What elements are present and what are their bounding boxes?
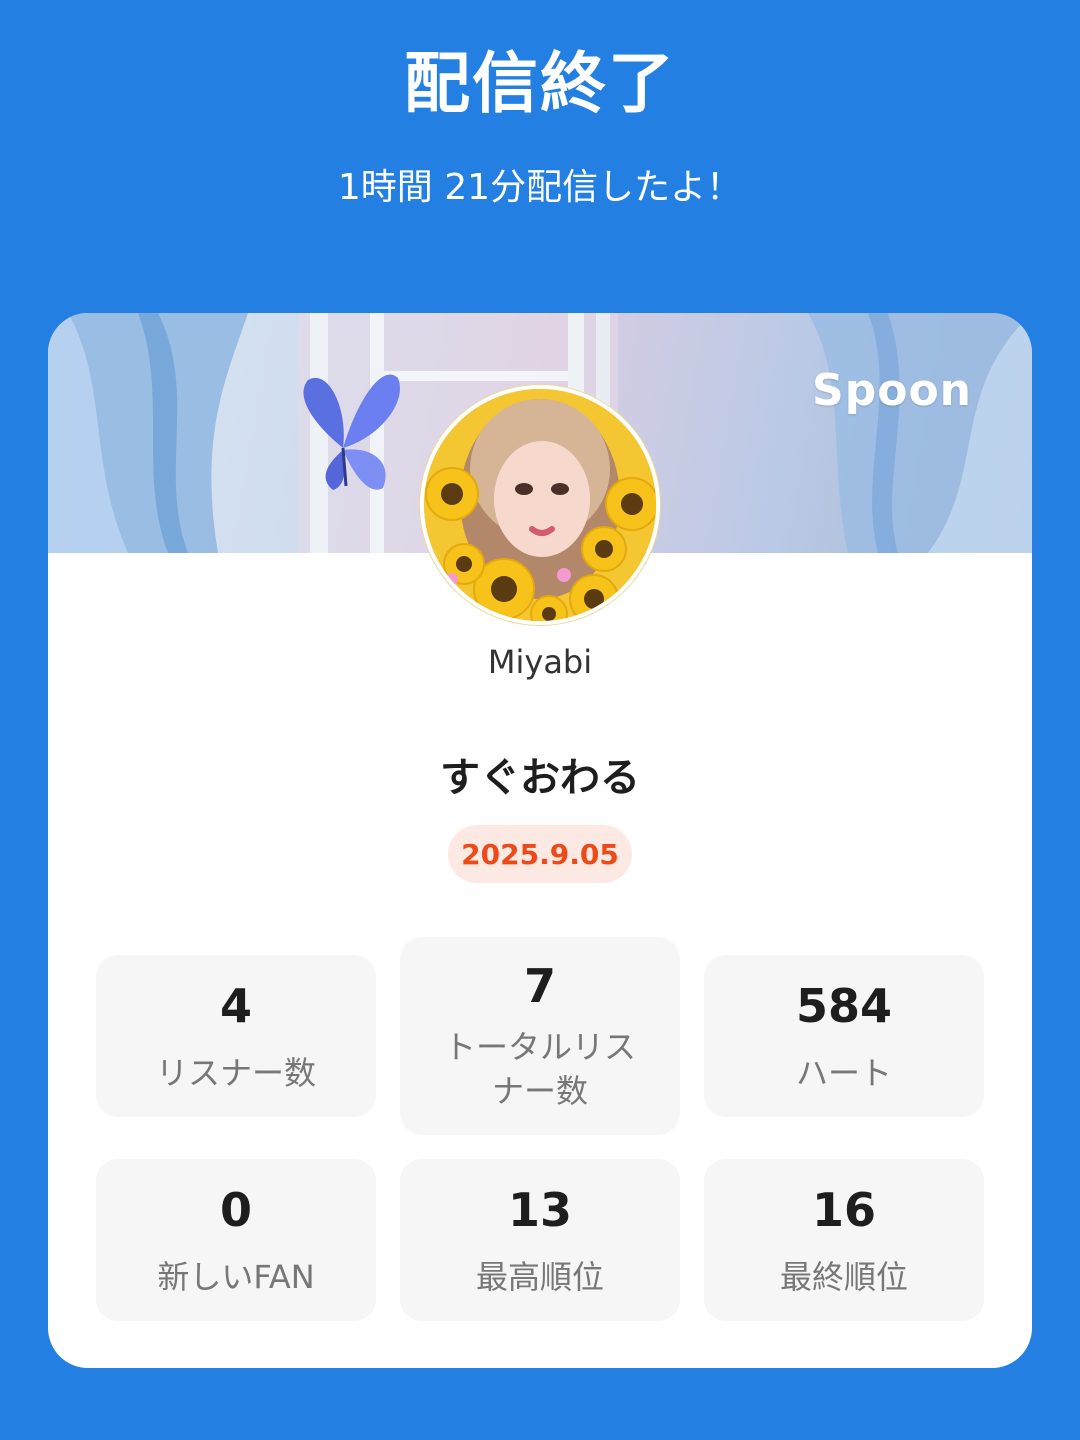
stat-total-listeners: 7 トータルリスナー数: [400, 937, 680, 1135]
page-title: 配信終了: [404, 45, 676, 122]
avatar[interactable]: [420, 385, 660, 625]
stat-label: トータルリスナー数: [443, 1028, 636, 1110]
stat-hearts: 584 ハート: [704, 955, 984, 1117]
broadcast-duration: 1時間 21分配信したよ！: [337, 167, 743, 208]
date-badge: 2025.9.05: [448, 825, 632, 883]
stat-value: 4: [219, 979, 252, 1033]
stat-value: 13: [507, 1183, 572, 1237]
stat-label: ハート: [795, 1054, 892, 1092]
stat-value: 7: [523, 959, 556, 1013]
stream-title: すぐおわる: [440, 755, 640, 801]
stat-label: リスナー数: [155, 1054, 316, 1092]
stat-listeners: 4 リスナー数: [96, 955, 376, 1117]
stat-value: 584: [795, 979, 893, 1033]
username: Miyabi: [487, 643, 593, 681]
spoon-logo: Spoon: [812, 365, 972, 416]
profile-picture: [424, 389, 656, 621]
stat-label: 最終順位: [779, 1258, 908, 1296]
stat-value: 0: [219, 1183, 252, 1237]
stat-new-fans: 0 新しいFAN: [96, 1159, 376, 1321]
broadcast-end-screen: 配信終了 1時間 21分配信したよ！ Spoon Miyabi すぐおわる 20…: [0, 0, 1080, 1440]
stat-value: 16: [811, 1183, 876, 1237]
stat-highest-rank: 13 最高順位: [400, 1159, 680, 1321]
stat-final-rank: 16 最終順位: [704, 1159, 984, 1321]
stat-label: 最高順位: [475, 1258, 604, 1296]
stat-label: 新しいFAN: [157, 1258, 315, 1296]
broadcast-summary-card: Spoon Miyabi すぐおわる 2025.9.05 4 リスナー数 7 ト…: [48, 313, 1032, 1368]
